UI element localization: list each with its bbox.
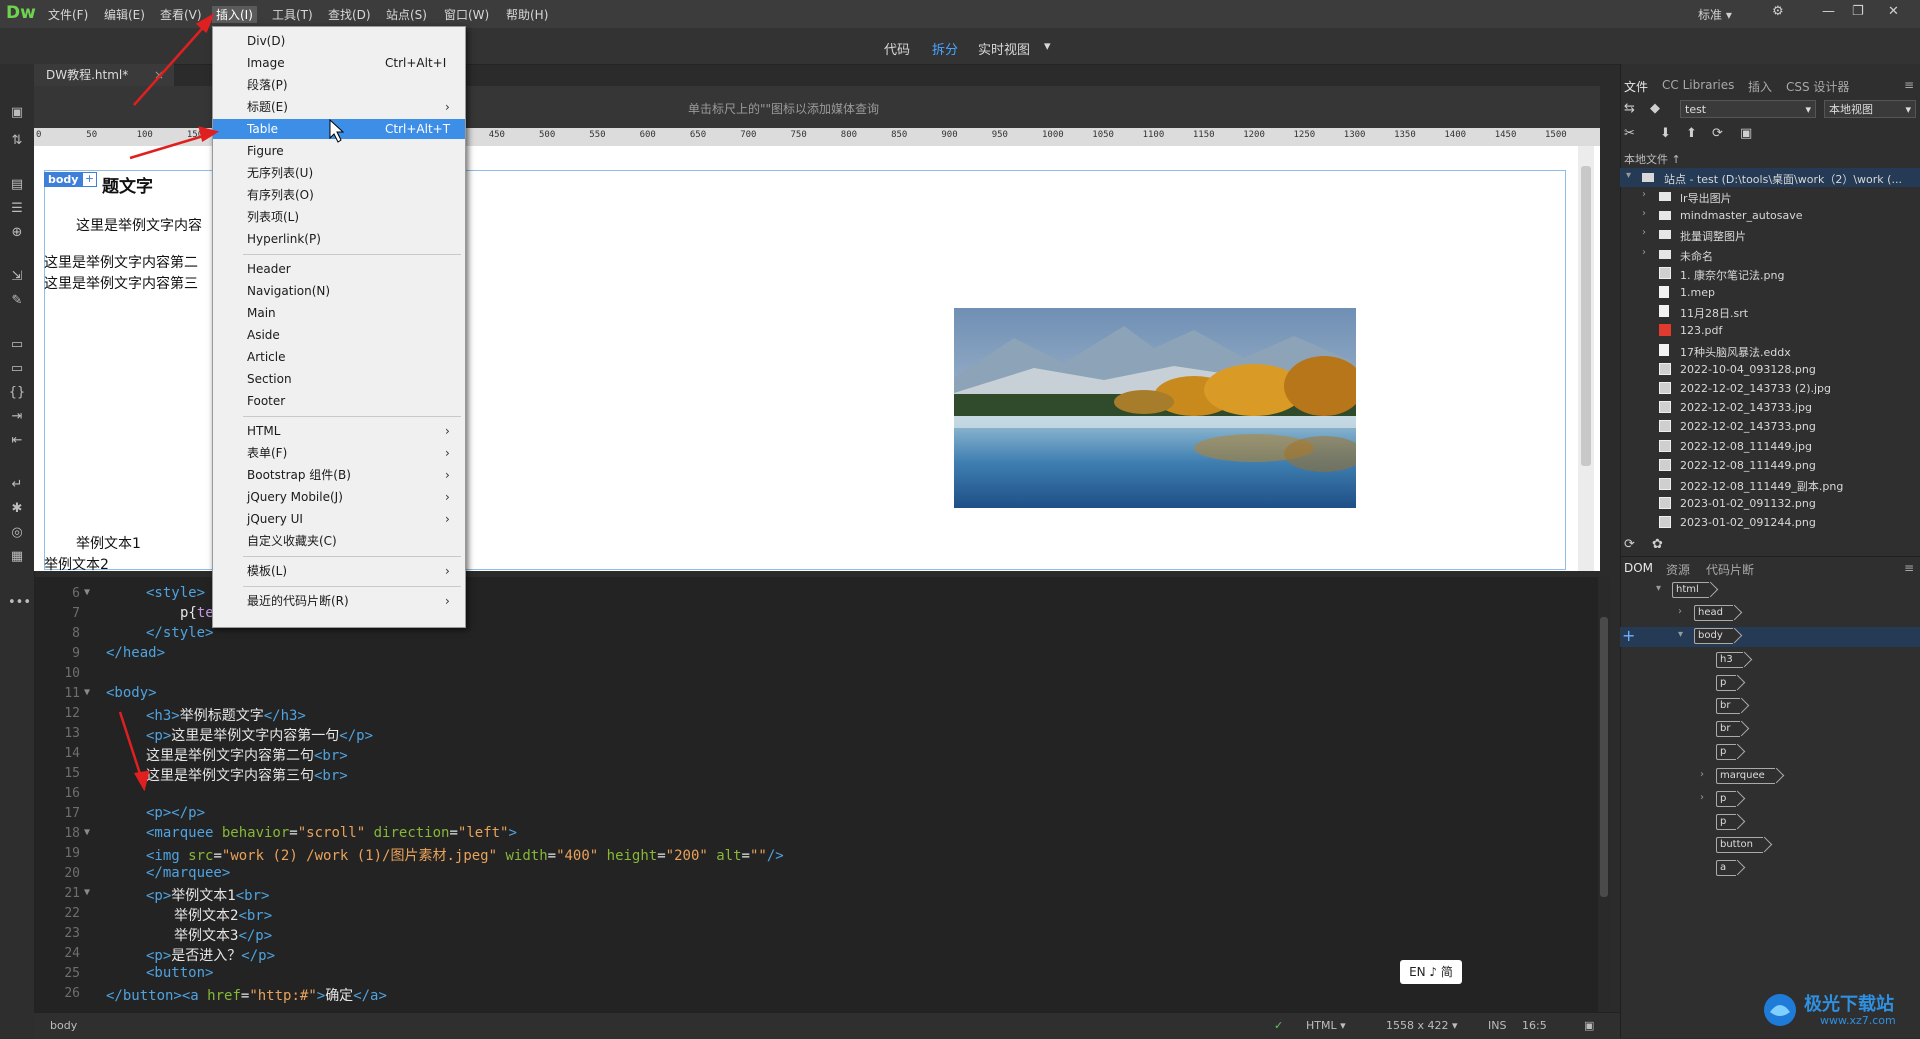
arrow-head (134, 770, 150, 792)
arrow-to-insert-menu (133, 21, 209, 106)
watermark-icon (1764, 994, 1796, 1026)
arrow-head (195, 13, 215, 34)
arrow-to-code-lines (118, 711, 144, 781)
watermark-url: www.xz7.com (1820, 1014, 1896, 1027)
arrow-to-table-item (129, 132, 211, 160)
arrow-head (198, 126, 220, 142)
watermark-name: 极光下载站 (1804, 994, 1894, 1015)
annotation-arrows (118, 13, 345, 792)
mouse-cursor-icon (329, 118, 345, 143)
watermark-logo: 极光下载站 www.xz7.com (1760, 984, 1920, 1036)
